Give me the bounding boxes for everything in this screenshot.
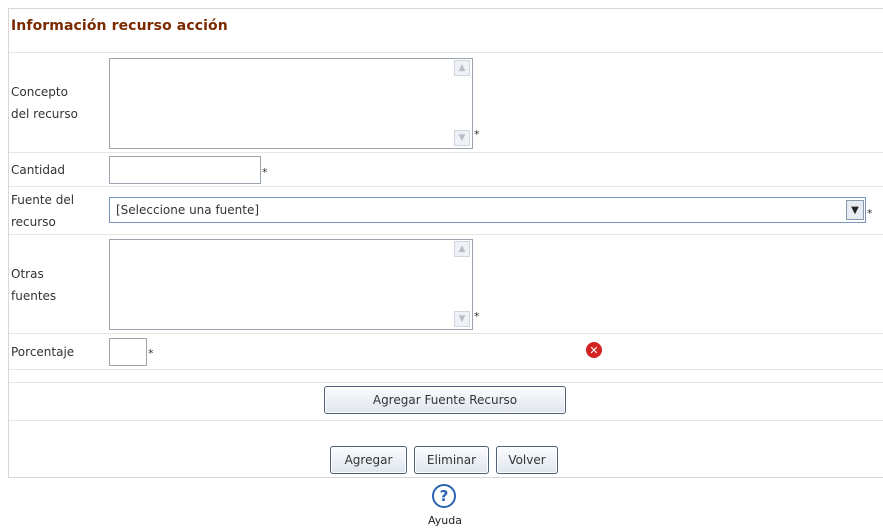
- cantidad-input[interactable]: [109, 156, 261, 184]
- cantidad-label: Cantidad: [11, 163, 65, 177]
- back-button[interactable]: Volver: [496, 446, 558, 474]
- required-mark: *: [262, 166, 268, 179]
- required-mark: *: [474, 310, 480, 323]
- divider: [9, 369, 883, 370]
- fuente-select[interactable]: [Seleccione una fuente] ▼: [109, 197, 866, 223]
- otras-label-line2: fuentes: [11, 289, 57, 303]
- help-icon[interactable]: ?: [432, 484, 456, 508]
- scroll-up-icon[interactable]: ▲: [454, 60, 470, 76]
- add-button[interactable]: Agregar: [330, 446, 407, 474]
- page-title: Información recurso acción: [11, 18, 228, 34]
- scroll-up-icon[interactable]: ▲: [454, 241, 470, 257]
- delete-button[interactable]: Eliminar: [414, 446, 489, 474]
- divider: [9, 382, 883, 383]
- divider: [9, 234, 883, 235]
- scroll-down-icon[interactable]: ▼: [454, 130, 470, 146]
- required-mark: *: [474, 128, 480, 141]
- concepto-textarea[interactable]: [109, 58, 473, 149]
- concepto-label-line2: del recurso: [11, 107, 78, 121]
- chevron-down-icon[interactable]: ▼: [846, 200, 864, 220]
- add-source-button[interactable]: Agregar Fuente Recurso: [324, 386, 566, 414]
- close-icon[interactable]: ✕: [586, 342, 602, 358]
- fuente-label-line2: recurso: [11, 215, 56, 229]
- divider: [9, 52, 883, 53]
- otras-fuentes-textarea[interactable]: [109, 239, 473, 330]
- help-label[interactable]: Ayuda: [428, 514, 462, 527]
- form-panel: Información recurso acción Concepto del …: [8, 8, 883, 478]
- divider: [9, 186, 883, 187]
- required-mark: *: [867, 207, 873, 220]
- fuente-label-line1: Fuente del: [11, 193, 75, 207]
- otras-label-line1: Otras: [11, 267, 44, 281]
- divider: [9, 420, 883, 421]
- divider: [9, 152, 883, 153]
- concepto-label-line1: Concepto: [11, 85, 68, 99]
- fuente-selected-value: [Seleccione una fuente]: [116, 203, 260, 217]
- divider: [9, 333, 883, 334]
- required-mark: *: [148, 347, 154, 360]
- porcentaje-input[interactable]: [109, 338, 147, 366]
- scroll-down-icon[interactable]: ▼: [454, 311, 470, 327]
- porcentaje-label: Porcentaje: [11, 345, 75, 359]
